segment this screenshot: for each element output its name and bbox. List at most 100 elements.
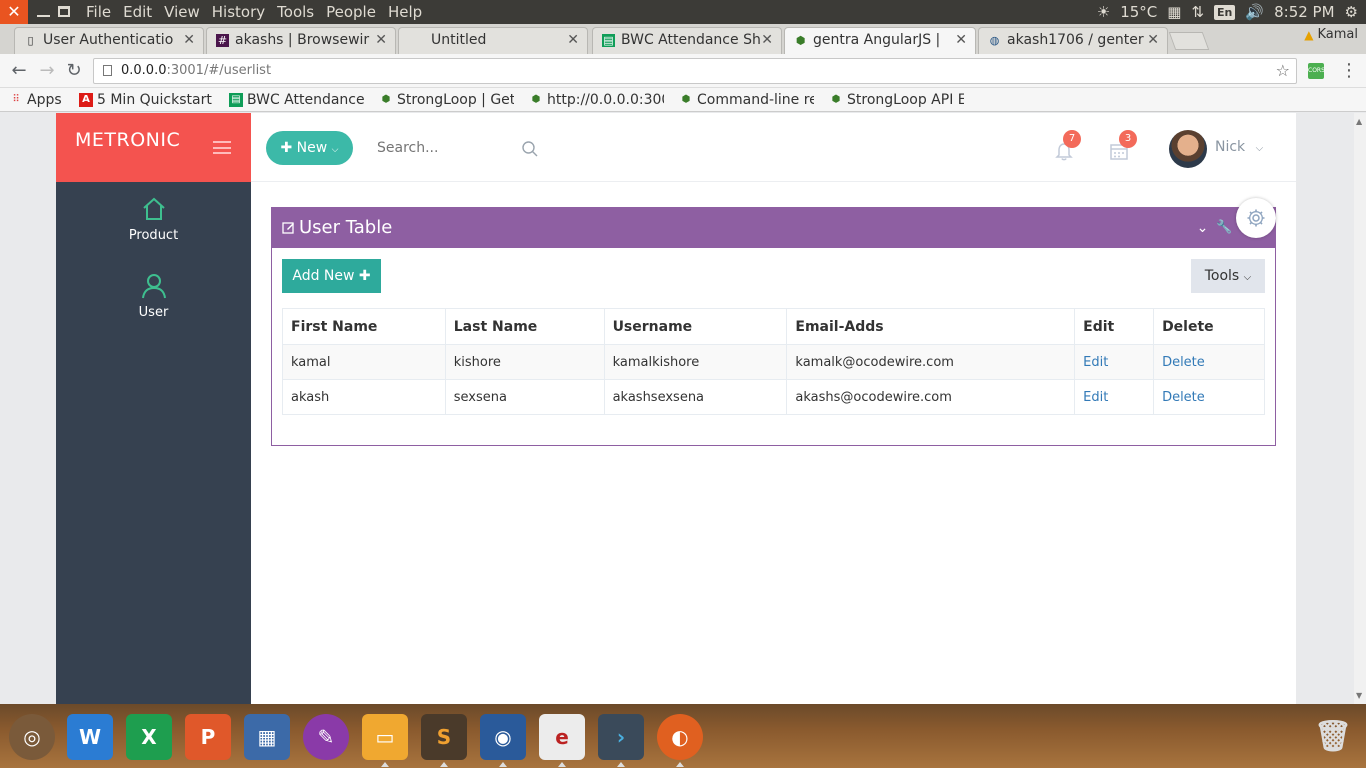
page-info-icon[interactable] [103, 65, 112, 76]
bookmarks-bar: ⠿ Apps A 5 Min Quickstart ▤ BWC Attendan… [0, 88, 1366, 112]
search-input[interactable] [375, 139, 515, 157]
bookmark-localhost[interactable]: ⬢ http://0.0.0.0:300 [528, 90, 664, 110]
calendar-icon[interactable]: ▦ [1167, 3, 1181, 21]
ubuntu-logo-icon[interactable]: ◎ [9, 714, 55, 760]
tab-akash1706-genter[interactable]: ◍ akash1706 / genter ✕ [978, 27, 1168, 54]
bookmark-apps[interactable]: ⠿ Apps [8, 90, 68, 110]
tab-bwc-attendance[interactable]: ▤ BWC Attendance Sh ✕ [592, 27, 782, 54]
column-header-edit[interactable]: Edit [1074, 308, 1155, 345]
clock[interactable]: 8:52 PM [1274, 3, 1334, 21]
chrome-icon[interactable]: ◉ [480, 714, 526, 760]
trash-icon[interactable]: 🗑 [1310, 714, 1356, 760]
browser-profile[interactable]: ▲ Kamal [1304, 27, 1358, 42]
back-arrow-icon[interactable]: ← [8, 60, 30, 82]
menu-edit[interactable]: Edit [123, 0, 159, 24]
sublime-text-icon[interactable]: S [421, 714, 467, 760]
menu-file[interactable]: File [86, 0, 118, 24]
keyboard-layout[interactable]: En [1214, 4, 1236, 20]
network-icon[interactable]: ⇅ [1191, 3, 1204, 21]
avatar[interactable] [1169, 130, 1207, 168]
window-close-button[interactable]: ✕ [0, 0, 28, 24]
page-scrollbar[interactable]: ▲ ▼ [1354, 113, 1366, 704]
cors-extension-icon[interactable]: CORS [1308, 63, 1325, 79]
sidebar-item-user[interactable]: User [56, 273, 251, 320]
menu-help[interactable]: Help [388, 0, 429, 24]
delete-link[interactable]: Delete [1162, 390, 1205, 405]
edit-link[interactable]: Edit [1083, 355, 1108, 370]
weather-temp[interactable]: 15°C [1120, 3, 1157, 21]
word-icon[interactable]: W [67, 714, 113, 760]
search-icon[interactable] [521, 140, 539, 158]
tab-untitled[interactable]: Untitled ✕ [398, 27, 588, 54]
brand-logo[interactable]: METRONIC [75, 129, 180, 151]
bookmark-strongloop-get[interactable]: ⬢ StrongLoop | Get [378, 90, 514, 110]
cell-delete: Delete [1153, 379, 1265, 415]
scroll-up-icon[interactable]: ▲ [1356, 117, 1362, 126]
column-header-email[interactable]: Email-Adds [786, 308, 1076, 345]
tab-close-icon[interactable]: ✕ [761, 28, 773, 53]
settings-gear-icon[interactable]: ⚙ [1345, 3, 1358, 21]
brand-bar: METRONIC [56, 113, 251, 182]
pen-app-icon[interactable]: ✎ [303, 714, 349, 760]
tab-gentra-angularjs[interactable]: ⬢ gentra AngularJS | ✕ [784, 27, 976, 54]
address-bar[interactable]: 0.0.0.0:3001/#/userlist ☆ [93, 58, 1297, 84]
strongloop-icon: ⬢ [381, 94, 391, 105]
reload-icon[interactable]: ↻ [63, 60, 85, 82]
add-new-label: Add New [292, 268, 355, 284]
bookmark-star-icon[interactable]: ☆ [1276, 59, 1290, 83]
tab-user-authentication[interactable]: ▯ User Authenticatio ✕ [14, 27, 204, 54]
files-folder-icon[interactable]: ▭ [362, 714, 408, 760]
column-header-delete[interactable]: Delete [1153, 308, 1265, 345]
vscode-icon[interactable]: › [598, 714, 644, 760]
new-tab-button[interactable] [1168, 32, 1210, 50]
bookmark-strongloop-api[interactable]: ⬢ StrongLoop API E [828, 90, 964, 110]
collapse-chevron-icon[interactable]: ⌄ [1197, 220, 1209, 236]
tab-close-icon[interactable]: ✕ [375, 28, 387, 53]
workspace-switcher-icon[interactable]: ▦ [244, 714, 290, 760]
bookmark-command-line[interactable]: ⬢ Command-line re [678, 90, 814, 110]
menu-view[interactable]: View [164, 0, 207, 24]
tasks-badge: 3 [1119, 130, 1137, 148]
bookmark-label: http://0.0.0.0:300 [547, 92, 664, 108]
column-header-first-name[interactable]: First Name [282, 308, 446, 345]
bookmark-bwc-attendance[interactable]: ▤ BWC Attendance [228, 90, 364, 110]
excel-icon[interactable]: X [126, 714, 172, 760]
strongloop-icon: ⬢ [831, 94, 841, 105]
weather-icon[interactable]: ☀ [1097, 3, 1110, 21]
menu-people[interactable]: People [326, 0, 383, 24]
tab-close-icon[interactable]: ✕ [955, 28, 967, 53]
bookmark-5-min-quickstart[interactable]: A 5 Min Quickstart [78, 90, 214, 110]
column-header-username[interactable]: Username [603, 308, 788, 345]
firefox-icon[interactable]: ◐ [657, 714, 703, 760]
add-new-user-button[interactable]: Add New ✚ [282, 259, 381, 293]
user-menu[interactable]: Nick ⌵ [1215, 139, 1263, 155]
scroll-down-icon[interactable]: ▼ [1356, 691, 1362, 700]
theme-settings-gear-button[interactable] [1236, 198, 1276, 238]
new-dropdown-button[interactable]: ✚ New ⌵ [266, 131, 353, 165]
user-icon [141, 274, 166, 299]
powerpoint-icon[interactable]: P [185, 714, 231, 760]
chevron-down-icon: ⌵ [331, 145, 339, 155]
tab-close-icon[interactable]: ✕ [183, 28, 195, 53]
menu-toggle-icon[interactable] [213, 141, 231, 154]
tab-close-icon[interactable]: ✕ [1147, 28, 1159, 53]
menu-history[interactable]: History [212, 0, 272, 24]
cell-first-name: akash [282, 379, 446, 415]
edit-link[interactable]: Edit [1083, 390, 1108, 405]
page-viewport: METRONIC Product User ✚ New ⌵ Search... … [0, 113, 1354, 704]
e-editor-icon[interactable]: e [539, 714, 585, 760]
angular-icon: A [79, 93, 93, 107]
window-maximize-button[interactable] [58, 6, 70, 17]
window-minimize-button[interactable] [34, 0, 54, 24]
forward-arrow-icon[interactable]: → [36, 60, 58, 82]
wrench-icon[interactable]: 🔧 [1216, 220, 1232, 236]
browser-menu-icon[interactable]: ⋮ [1340, 60, 1358, 81]
tools-dropdown-button[interactable]: Tools ⌵ [1191, 259, 1265, 293]
menu-tools[interactable]: Tools [277, 0, 321, 24]
column-header-last-name[interactable]: Last Name [444, 308, 605, 345]
tab-close-icon[interactable]: ✕ [567, 28, 579, 53]
tab-akashs-browsewire[interactable]: # akashs | Browsewir ✕ [206, 27, 396, 54]
volume-icon[interactable]: 🔊 [1245, 3, 1264, 21]
sidebar-item-product[interactable]: Product [56, 196, 251, 243]
delete-link[interactable]: Delete [1162, 355, 1205, 370]
